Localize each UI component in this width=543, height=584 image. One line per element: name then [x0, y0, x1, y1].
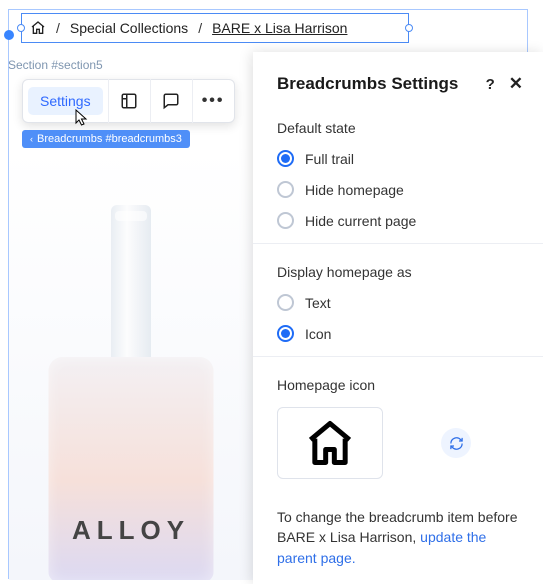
radio-display-text[interactable]: Text [277, 294, 523, 311]
group-label-display-as: Display homepage as [277, 264, 523, 280]
radio-hide-current-page[interactable]: Hide current page [277, 212, 523, 229]
layout-icon[interactable] [108, 79, 150, 123]
group-label-homepage-icon: Homepage icon [277, 377, 523, 393]
radio-label: Icon [305, 326, 331, 342]
house-icon [302, 417, 358, 469]
group-label-default-state: Default state [277, 120, 523, 136]
radio-indicator [277, 150, 294, 167]
radio-full-trail[interactable]: Full trail [277, 150, 523, 167]
homepage-icon-preview[interactable] [277, 407, 383, 479]
refresh-icon-button[interactable] [441, 428, 471, 458]
radio-label: Hide current page [305, 213, 416, 229]
breadcrumb-item[interactable]: Special Collections [70, 20, 188, 36]
breadcrumb-item-current[interactable]: BARE x Lisa Harrison [212, 20, 347, 36]
radio-hide-homepage[interactable]: Hide homepage [277, 181, 523, 198]
help-icon[interactable]: ? [486, 76, 495, 93]
bottle-cap [111, 205, 151, 360]
resize-handle-left[interactable] [17, 24, 25, 32]
element-tag-chip[interactable]: ‹ Breadcrumbs #breadcrumbs3 [22, 130, 190, 148]
radio-indicator [277, 325, 294, 342]
element-tag-label: Breadcrumbs #breadcrumbs3 [37, 133, 182, 145]
breadcrumb-bar[interactable]: / Special Collections / BARE x Lisa Harr… [21, 13, 409, 43]
radio-indicator [277, 181, 294, 198]
settings-panel: Breadcrumbs Settings ? ✕ Default state F… [253, 52, 543, 584]
radio-display-icon[interactable]: Icon [277, 325, 523, 342]
breadcrumb-separator: / [56, 20, 60, 36]
divider [253, 356, 543, 357]
radio-indicator [277, 294, 294, 311]
product-preview: ALLOY [9, 148, 253, 580]
panel-title: Breadcrumbs Settings [277, 74, 458, 94]
refresh-icon [449, 436, 464, 451]
section-handle-left[interactable] [4, 30, 14, 40]
radio-label: Full trail [305, 151, 354, 167]
settings-button[interactable]: Settings [28, 87, 103, 115]
more-icon[interactable]: ••• [192, 79, 234, 123]
bottle-body: ALLOY [49, 357, 214, 580]
radio-label: Text [305, 295, 331, 311]
brand-text: ALLOY [49, 515, 214, 546]
comment-icon[interactable] [150, 79, 192, 123]
radio-indicator [277, 212, 294, 229]
section-id-label: Section #section5 [8, 58, 103, 72]
radio-label: Hide homepage [305, 182, 404, 198]
home-icon[interactable] [30, 20, 46, 36]
close-icon[interactable]: ✕ [509, 74, 523, 94]
resize-handle-right[interactable] [405, 24, 413, 32]
divider [253, 243, 543, 244]
breadcrumb-separator: / [198, 20, 202, 36]
chevron-left-icon: ‹ [30, 134, 33, 144]
element-toolbar: Settings ••• [22, 79, 235, 123]
parent-page-note: To change the breadcrumb item before BAR… [277, 507, 523, 568]
